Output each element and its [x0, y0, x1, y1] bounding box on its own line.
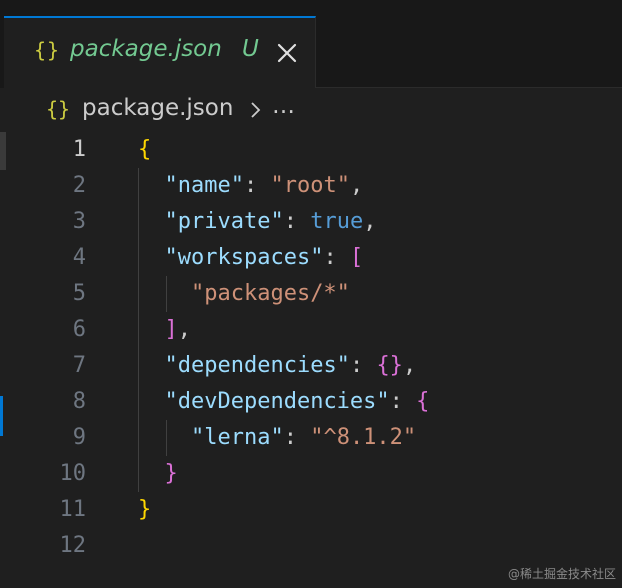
code-token: ,: [402, 353, 417, 378]
line-number: 12: [59, 533, 87, 558]
code-text: {: [138, 132, 151, 168]
code-text: "lerna": "^8.1.2": [138, 420, 416, 456]
line-number: 3: [72, 209, 86, 234]
code-token: }: [164, 461, 178, 486]
code-text: "workspaces": [: [138, 240, 364, 276]
code-text: ],: [138, 312, 192, 348]
code-text: "devDependencies": {: [138, 384, 430, 420]
line-number: 1: [72, 137, 86, 162]
code-line[interactable]: 2 "name": "root",: [0, 168, 622, 204]
code-token: ,: [363, 209, 377, 234]
line-number: 9: [72, 425, 86, 450]
code-line[interactable]: 10 }: [0, 456, 622, 492]
code-text: "dependencies": {},: [138, 348, 417, 384]
line-number: 2: [72, 173, 86, 198]
code-token: {: [416, 389, 430, 414]
breadcrumb-file[interactable]: package.json: [82, 95, 233, 121]
code-line[interactable]: 8 "devDependencies": {: [0, 384, 622, 420]
code-token: "workspaces": [164, 245, 324, 270]
code-line[interactable]: 1{: [0, 132, 622, 168]
code-token: :: [283, 209, 311, 234]
line-number: 8: [72, 389, 86, 414]
json-braces-icon: {}: [34, 38, 61, 62]
code-token: :: [349, 353, 377, 378]
code-token: "dependencies": [164, 353, 350, 378]
tab-strip: {} package.json U: [0, 0, 622, 88]
code-token: "^8.1.2": [310, 425, 417, 450]
json-braces-icon: {}: [46, 97, 71, 121]
close-icon[interactable]: [274, 40, 300, 66]
editor-window: {} package.json U {} package.json … 1{2 …: [0, 0, 622, 588]
indent-guide: [166, 420, 167, 456]
code-token: ]: [164, 317, 178, 342]
code-line[interactable]: 9 "lerna": "^8.1.2": [0, 420, 622, 456]
code-token: {}: [376, 353, 403, 378]
tab-label: package.json: [70, 36, 222, 62]
code-token: ,: [349, 173, 364, 198]
code-token: "devDependencies": [164, 389, 390, 414]
code-token: }: [138, 497, 152, 522]
breadcrumb: {} package.json …: [0, 88, 622, 132]
watermark: @稀土掘金技术社区: [507, 567, 616, 581]
chevron-right-icon: [251, 102, 261, 118]
indent-guide: [138, 168, 139, 492]
breadcrumb-symbols[interactable]: …: [272, 93, 295, 119]
code-token: ,: [177, 317, 191, 342]
line-number: 11: [59, 497, 87, 522]
line-number: 5: [72, 281, 86, 306]
code-text: "name": "root",: [138, 168, 364, 204]
code-token: "name": [164, 173, 244, 198]
code-line[interactable]: 7 "dependencies": {},: [0, 348, 622, 384]
indent-guide: [166, 276, 167, 312]
code-token: "private": [164, 209, 284, 234]
code-token: {: [138, 137, 152, 162]
line-number: 7: [72, 353, 86, 378]
untracked-badge: U: [242, 36, 259, 62]
line-number: 6: [72, 317, 86, 342]
code-text: "private": true,: [138, 204, 377, 240]
code-text: "packages/*": [138, 276, 350, 312]
code-line[interactable]: 11}: [0, 492, 622, 528]
tab-package-json[interactable]: {} package.json U: [4, 16, 316, 88]
code-text: }: [138, 456, 178, 492]
line-number: 10: [59, 461, 87, 486]
code-token: "lerna": [190, 425, 284, 450]
code-line[interactable]: 12: [0, 528, 622, 564]
code-token: "packages/*": [190, 281, 350, 306]
line-number: 4: [72, 245, 86, 270]
code-token: :: [243, 173, 271, 198]
code-token: "root": [270, 173, 350, 198]
code-token: [: [349, 245, 364, 270]
code-token: :: [283, 425, 311, 450]
code-token: :: [389, 389, 417, 414]
code-line[interactable]: 4 "workspaces": [: [0, 240, 622, 276]
code-token: true: [310, 209, 364, 234]
code-token: :: [323, 245, 350, 270]
code-text: }: [138, 492, 151, 528]
code-line[interactable]: 6 ],: [0, 312, 622, 348]
code-line[interactable]: 5 "packages/*": [0, 276, 622, 312]
code-line[interactable]: 3 "private": true,: [0, 204, 622, 240]
